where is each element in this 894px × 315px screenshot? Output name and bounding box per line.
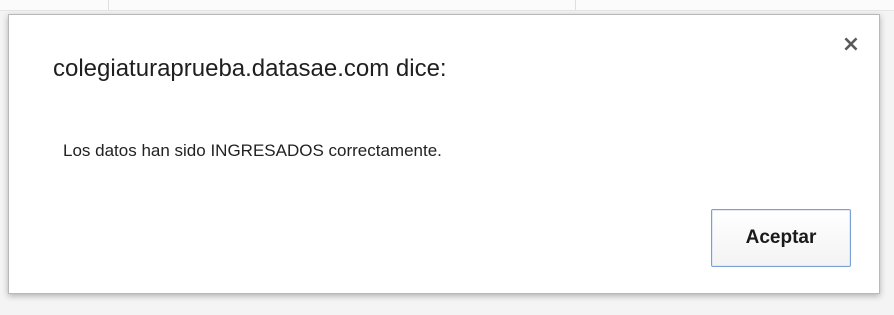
background-divider — [108, 0, 109, 10]
accept-button[interactable]: Aceptar — [711, 209, 851, 267]
dialog-title: colegiaturaprueba.datasae.com dice: — [53, 55, 447, 82]
background-divider — [575, 0, 576, 10]
background-page-strip — [0, 0, 894, 11]
alert-dialog: colegiaturaprueba.datasae.com dice: × Lo… — [8, 14, 880, 294]
dialog-message: Los datos han sido INGRESADOS correctame… — [63, 141, 442, 160]
close-icon[interactable]: × — [841, 34, 861, 56]
